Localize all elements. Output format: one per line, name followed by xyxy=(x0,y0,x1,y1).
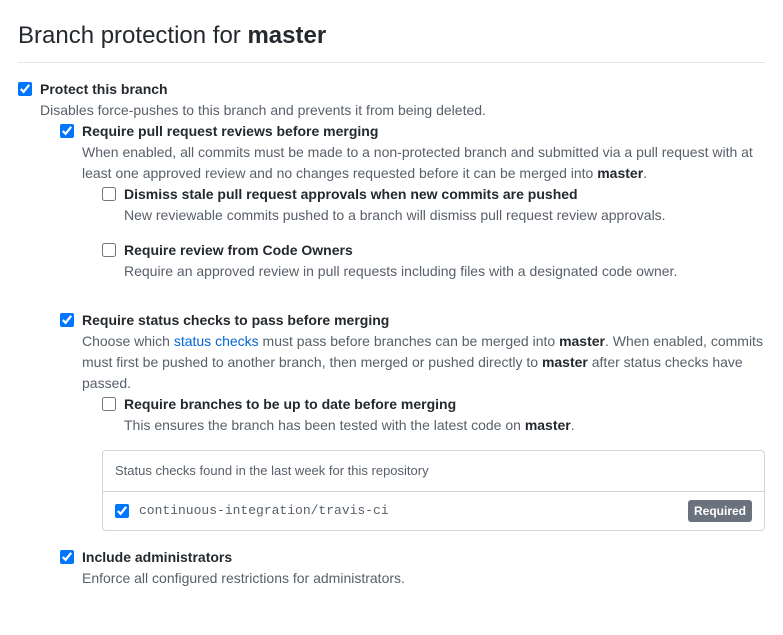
required-badge: Required xyxy=(688,500,752,522)
protect-branch-checkbox[interactable] xyxy=(18,82,32,96)
title-prefix: Branch protection for xyxy=(18,22,247,49)
status-check-checkbox[interactable] xyxy=(115,504,129,518)
option-require-status: Require status checks to pass before mer… xyxy=(60,310,765,531)
require-status-desc: Choose which status checks must pass bef… xyxy=(82,331,765,394)
option-include-admins: Include administrators Enforce all confi… xyxy=(60,547,765,589)
dismiss-stale-label: Dismiss stale pull request approvals whe… xyxy=(124,184,765,205)
status-checks-link[interactable]: status checks xyxy=(174,333,259,349)
status-check-row: continuous-integration/travis-ci Require… xyxy=(103,492,764,530)
up-to-date-label: Require branches to be up to date before… xyxy=(124,394,765,415)
code-owners-desc: Require an approved review in pull reque… xyxy=(124,261,765,282)
option-protect-branch: Protect this branch Disables force-pushe… xyxy=(18,79,765,603)
protect-branch-label: Protect this branch xyxy=(40,79,765,100)
require-status-label: Require status checks to pass before mer… xyxy=(82,310,765,331)
include-admins-label: Include administrators xyxy=(82,547,765,568)
page-title: Branch protection for master xyxy=(18,18,765,63)
code-owners-label: Require review from Code Owners xyxy=(124,240,765,261)
option-up-to-date: Require branches to be up to date before… xyxy=(102,394,765,436)
require-reviews-checkbox[interactable] xyxy=(60,124,74,138)
status-checks-box: Status checks found in the last week for… xyxy=(102,450,765,531)
include-admins-desc: Enforce all configured restrictions for … xyxy=(82,568,765,589)
protect-branch-desc: Disables force-pushes to this branch and… xyxy=(40,100,765,121)
option-code-owners: Require review from Code Owners Require … xyxy=(102,240,765,282)
require-reviews-desc: When enabled, all commits must be made t… xyxy=(82,142,765,184)
up-to-date-checkbox[interactable] xyxy=(102,397,116,411)
dismiss-stale-desc: New reviewable commits pushed to a branc… xyxy=(124,205,765,226)
option-dismiss-stale: Dismiss stale pull request approvals whe… xyxy=(102,184,765,226)
status-check-name: continuous-integration/travis-ci xyxy=(139,501,688,521)
up-to-date-desc: This ensures the branch has been tested … xyxy=(124,415,765,436)
include-admins-checkbox[interactable] xyxy=(60,550,74,564)
status-checks-heading: Status checks found in the last week for… xyxy=(103,451,764,492)
code-owners-checkbox[interactable] xyxy=(102,243,116,257)
title-branch: master xyxy=(247,22,326,49)
require-reviews-label: Require pull request reviews before merg… xyxy=(82,121,765,142)
dismiss-stale-checkbox[interactable] xyxy=(102,187,116,201)
option-require-reviews: Require pull request reviews before merg… xyxy=(60,121,765,296)
require-status-checkbox[interactable] xyxy=(60,313,74,327)
